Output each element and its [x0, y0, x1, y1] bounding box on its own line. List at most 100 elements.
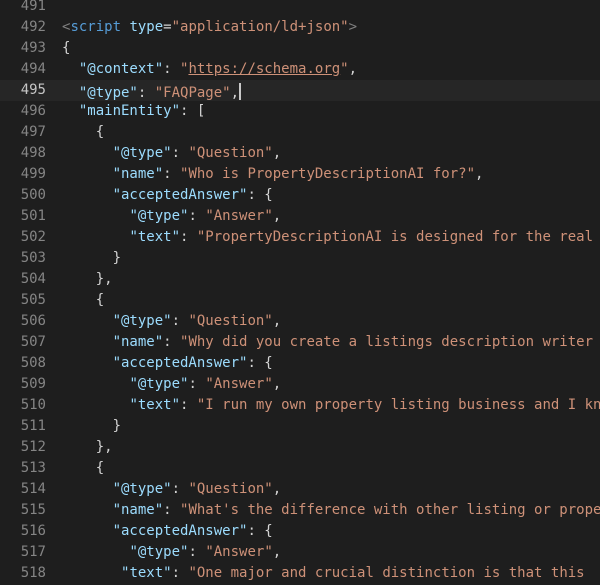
code-line[interactable]: 505 { [0, 290, 600, 311]
line-number[interactable]: 511 [0, 416, 46, 437]
line-number[interactable]: 509 [0, 374, 46, 395]
code-text: "@type": "Question", [46, 479, 600, 500]
code-line[interactable]: 515 "name": "What's the difference with … [0, 500, 600, 521]
token-ws [62, 502, 113, 518]
token-k: "name" [112, 166, 164, 182]
code-text: { [46, 122, 600, 143]
token-p: , [475, 166, 484, 182]
line-number[interactable]: 495 [0, 80, 46, 101]
token-p: : { [247, 355, 273, 371]
line-number[interactable]: 491 [0, 0, 46, 17]
token-p: }, [95, 271, 113, 287]
code-text: "@context": "https://schema.org", [46, 59, 600, 80]
token-p: = [163, 19, 172, 35]
line-number[interactable]: 508 [0, 353, 46, 374]
line-number[interactable]: 498 [0, 143, 46, 164]
token-p: , [272, 544, 282, 560]
line-number[interactable]: 515 [0, 500, 46, 521]
token-k: "@type" [78, 85, 138, 101]
line-number[interactable]: 517 [0, 542, 46, 563]
code-text: }, [46, 269, 600, 290]
line-number[interactable]: 502 [0, 227, 46, 248]
code-line[interactable]: 511 } [0, 416, 600, 437]
line-number[interactable]: 497 [0, 122, 46, 143]
token-ws [62, 544, 129, 560]
line-number[interactable]: 504 [0, 269, 46, 290]
code-line[interactable]: 513 { [0, 458, 600, 479]
code-line[interactable]: 509 "@type": "Answer", [0, 374, 600, 395]
line-number[interactable]: 499 [0, 164, 46, 185]
line-number[interactable]: 512 [0, 437, 46, 458]
code-line[interactable]: 491 [0, 0, 600, 17]
code-line[interactable]: 506 "@type": "Question", [0, 311, 600, 332]
token-ws [62, 292, 96, 308]
token-p: { [95, 124, 105, 140]
code-line[interactable]: 516 "acceptedAnswer": { [0, 521, 600, 542]
code-line[interactable]: 514 "@type": "Question", [0, 479, 600, 500]
token-k: "name" [112, 334, 164, 350]
token-ws [62, 103, 79, 119]
line-number[interactable]: 506 [0, 311, 46, 332]
line-number[interactable]: 510 [0, 395, 46, 416]
line-number[interactable]: 518 [0, 563, 46, 584]
code-line[interactable]: 512 }, [0, 437, 600, 458]
code-line[interactable]: 517 "@type": "Answer", [0, 542, 600, 563]
token-ws [62, 187, 113, 203]
code-text: "text": "I run my own property listing b… [46, 395, 600, 416]
token-ws [62, 439, 96, 455]
code-text: { [46, 38, 600, 59]
token-p: : [171, 565, 189, 581]
code-text: <script type="application/ld+json"> [46, 17, 600, 38]
token-ws [62, 481, 113, 497]
code-line[interactable]: 499 "name": "Who is PropertyDescriptionA… [0, 164, 600, 185]
line-number[interactable]: 516 [0, 521, 46, 542]
code-line[interactable]: 507 "name": "Why did you create a listin… [0, 332, 600, 353]
code-text: "@type": "Question", [46, 311, 600, 332]
line-number[interactable]: 503 [0, 248, 46, 269]
token-s: "What's the difference with other listin… [180, 502, 600, 518]
code-line[interactable]: 492 <script type="application/ld+json"> [0, 17, 600, 38]
token-s: "Who is PropertyDescriptionAI for?" [180, 166, 476, 182]
code-line[interactable]: 496 "mainEntity": [ [0, 101, 600, 122]
line-number[interactable]: 505 [0, 290, 46, 311]
code-text: "@type": "FAQPage", [46, 80, 600, 101]
code-line[interactable]: 508 "acceptedAnswer": { [0, 353, 600, 374]
token-attr: type [129, 19, 164, 35]
code-line[interactable]: 495 "@type": "FAQPage", [0, 80, 600, 101]
line-number[interactable]: 507 [0, 332, 46, 353]
token-k: "@type" [112, 145, 172, 161]
token-ws [62, 124, 96, 140]
code-text: "name": "Who is PropertyDescriptionAI fo… [46, 164, 600, 185]
line-number[interactable]: 493 [0, 38, 46, 59]
token-p: : [163, 61, 181, 77]
token-s: "Answer" [205, 544, 273, 560]
code-editor[interactable]: 491 492 <script type="application/ld+json"… [0, 0, 600, 584]
token-k: "text" [121, 565, 172, 581]
token-s: "PropertyDescriptionAI is designed for t… [196, 229, 594, 245]
line-number[interactable]: 500 [0, 185, 46, 206]
code-line[interactable]: 502 "text": "PropertyDescriptionAI is de… [0, 227, 600, 248]
line-number[interactable]: 494 [0, 59, 46, 80]
token-p: : [171, 313, 189, 329]
token-ws [62, 85, 79, 101]
token-ws [62, 208, 129, 224]
code-line[interactable]: 500 "acceptedAnswer": { [0, 185, 600, 206]
line-number[interactable]: 501 [0, 206, 46, 227]
code-line[interactable]: 497 { [0, 122, 600, 143]
token-p: : [171, 145, 189, 161]
token-k: "acceptedAnswer" [112, 523, 248, 539]
code-line[interactable]: 503 } [0, 248, 600, 269]
code-line[interactable]: 498 "@type": "Question", [0, 143, 600, 164]
line-number[interactable]: 514 [0, 479, 46, 500]
code-line[interactable]: 501 "@type": "Answer", [0, 206, 600, 227]
line-number[interactable]: 496 [0, 101, 46, 122]
line-number[interactable]: 513 [0, 458, 46, 479]
token-k: "text" [129, 229, 181, 245]
code-line[interactable]: 518 "text": "One major and crucial disti… [0, 563, 600, 584]
code-line[interactable]: 494 "@context": "https://schema.org", [0, 59, 600, 80]
code-text: "name": "What's the difference with othe… [46, 500, 600, 521]
line-number[interactable]: 492 [0, 17, 46, 38]
code-line[interactable]: 510 "text": "I run my own property listi… [0, 395, 600, 416]
code-line[interactable]: 493 { [0, 38, 600, 59]
code-line[interactable]: 504 }, [0, 269, 600, 290]
